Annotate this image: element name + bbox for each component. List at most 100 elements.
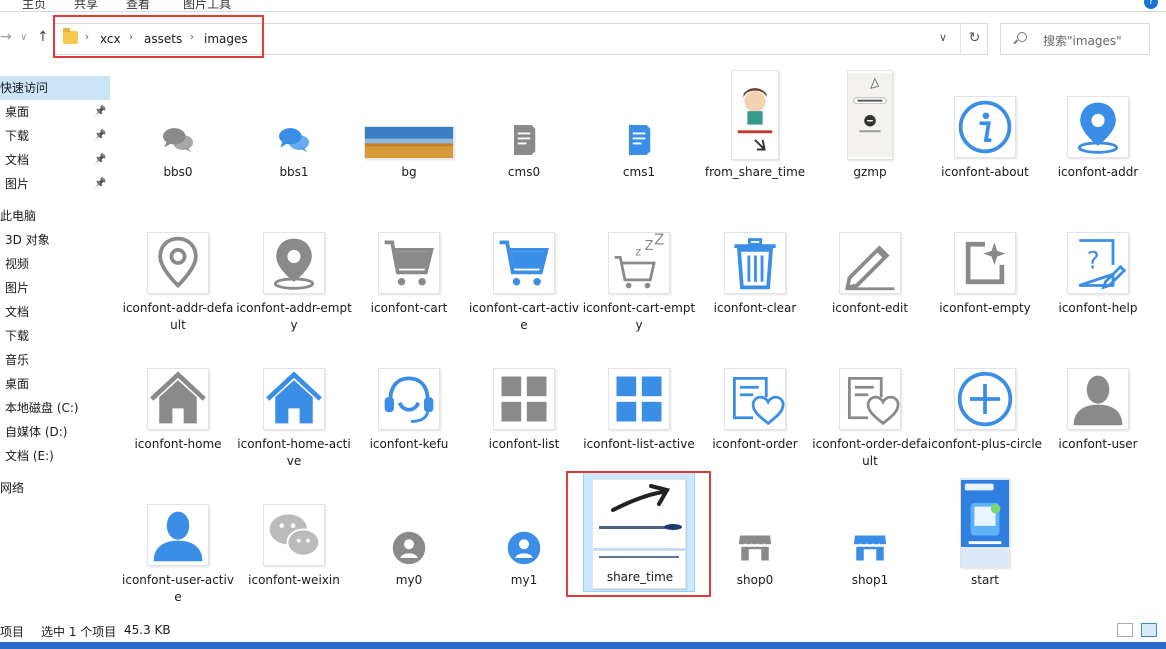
sidebar-item[interactable]: 网络: [0, 476, 110, 500]
navigation-pane: 快速访问 桌面 📌 下载 📌 文档 📌 图片 📌 此电脑 3D 对象 视频 图片 文档 下载 音乐 桌面 本地磁盘…: [0, 70, 110, 618]
file-item[interactable]: cms1: [581, 62, 697, 192]
file-item[interactable]: iconfont-kefu: [351, 334, 467, 464]
file-name: iconfont-addr-default: [122, 301, 234, 332]
file-name: bbs1: [279, 165, 309, 179]
file-item[interactable]: iconfont-cart: [351, 198, 467, 328]
address-highlight-box: [53, 15, 264, 58]
file-name: bg: [401, 165, 417, 179]
file-item[interactable]: bg: [351, 62, 467, 192]
cartoon-poster: [731, 70, 779, 160]
sidebar-item[interactable]: 文档 📌: [0, 148, 110, 172]
file-name: iconfont-empty: [939, 301, 1031, 315]
pin-icon: 📌: [94, 178, 107, 189]
file-item[interactable]: iconfont-about: [927, 62, 1043, 192]
file-item[interactable]: iconfont-order-default: [812, 334, 928, 468]
ribbon-tab-picture-tools[interactable]: 图片工具: [183, 0, 231, 11]
file-item[interactable]: bbs1: [236, 62, 352, 192]
file-item[interactable]: iconfont-order: [697, 334, 813, 464]
details-view-icon[interactable]: [1117, 623, 1133, 637]
home-icon: [147, 368, 209, 430]
file-item[interactable]: iconfont-plus-circle: [927, 334, 1043, 464]
file-item[interactable]: iconfont-addr-default: [120, 198, 236, 332]
sidebar-item[interactable]: 视频: [0, 252, 110, 276]
file-name: shop0: [736, 573, 774, 587]
sidebar-item[interactable]: 此电脑: [0, 204, 110, 228]
sidebar-item[interactable]: 图片 📌: [0, 172, 110, 196]
svg-text:z: z: [635, 246, 641, 259]
file-item[interactable]: my1: [466, 470, 582, 600]
file-name: iconfont-help: [1058, 301, 1138, 315]
sidebar-item[interactable]: 文档 (E:): [0, 444, 110, 468]
file-item[interactable]: iconfont-addr: [1040, 62, 1156, 192]
file-item[interactable]: iconfont-addr-empty: [236, 198, 352, 332]
sidebar-item[interactable]: 桌面 📌: [0, 100, 110, 124]
file-item[interactable]: gzmp: [812, 62, 928, 192]
file-name: iconfont-weixin: [248, 573, 340, 587]
file-name: my1: [510, 573, 538, 587]
search-input[interactable]: 搜索"images": [1000, 23, 1150, 55]
sidebar-item-label: 桌面: [5, 105, 30, 119]
file-item[interactable]: cms0: [466, 62, 582, 192]
large-icons-view-icon[interactable]: [1141, 623, 1157, 637]
sidebar-item[interactable]: 文档: [0, 300, 110, 324]
sidebar-item[interactable]: 快速访问: [0, 76, 110, 100]
file-item[interactable]: iconfont-user: [1040, 334, 1156, 464]
file-item[interactable]: iconfont-empty: [927, 198, 1043, 328]
up-arrow-icon[interactable]: ↑: [37, 29, 49, 45]
sidebar-item[interactable]: 图片: [0, 276, 110, 300]
location-pin-icon: [263, 232, 325, 294]
file-item[interactable]: start: [927, 470, 1043, 600]
ribbon-tab-share[interactable]: 共享: [74, 0, 98, 11]
sidebar-item[interactable]: 下载 📌: [0, 124, 110, 148]
file-item[interactable]: iconfont-cart-active: [466, 198, 582, 332]
file-item[interactable]: iconfont-edit: [812, 198, 928, 328]
recent-dropdown-icon[interactable]: ∨: [20, 32, 27, 43]
landscape-photo: [364, 126, 454, 159]
location-pin-outline-icon: [147, 232, 209, 294]
order-heart-icon: [839, 368, 901, 430]
sidebar-item-label: 文档: [5, 305, 30, 319]
sidebar-item[interactable]: 自媒体 (D:): [0, 420, 110, 444]
search-icon: [1017, 32, 1027, 42]
sidebar-item[interactable]: 下载: [0, 324, 110, 348]
selection-size: 45.3 KB: [124, 623, 171, 637]
svg-text:Z: Z: [645, 239, 654, 254]
file-item[interactable]: shop1: [812, 470, 928, 600]
file-item[interactable]: iconfont-home-active: [236, 334, 352, 468]
file-item[interactable]: iconfont-clear: [697, 198, 813, 328]
plus-circle-icon: [954, 368, 1016, 430]
trash-icon: [724, 232, 786, 294]
sidebar-item[interactable]: 本地磁盘 (C:): [0, 396, 110, 420]
sidebar-item[interactable]: 桌面: [0, 372, 110, 396]
sidebar-item-label: 下载: [5, 129, 30, 143]
sidebar-item-label: 下载: [5, 329, 30, 343]
file-item[interactable]: iconfont-list: [466, 334, 582, 464]
sidebar-item[interactable]: 3D 对象: [0, 228, 110, 252]
file-item[interactable]: iconfont-user-active: [120, 470, 236, 604]
chevron-down-icon[interactable]: ∨: [939, 31, 947, 44]
pin-icon: 📌: [94, 154, 107, 165]
file-name: iconfont-plus-circle: [927, 437, 1043, 451]
file-item[interactable]: ? iconfont-help: [1040, 198, 1156, 328]
file-name: iconfont-list: [488, 437, 560, 451]
file-item[interactable]: bbs0: [120, 62, 236, 192]
forward-arrow-icon[interactable]: →: [0, 29, 12, 45]
sidebar-item-label: 桌面: [5, 377, 30, 391]
pin-icon: 📌: [94, 130, 107, 141]
help-icon[interactable]: ?: [1144, 0, 1158, 9]
status-bar: 项目 选中 1 个项目 45.3 KB: [0, 618, 1166, 642]
refresh-icon[interactable]: ↻: [960, 23, 988, 55]
file-item[interactable]: iconfont-list-active: [581, 334, 697, 464]
file-item[interactable]: iconfont-home: [120, 334, 236, 464]
file-item[interactable]: from_share_time: [697, 62, 813, 192]
ribbon-tab-home[interactable]: 主页: [22, 0, 46, 11]
sidebar-item-label: 图片: [5, 281, 30, 295]
file-item[interactable]: iconfont-weixin: [236, 470, 352, 600]
file-item[interactable]: shop0: [697, 470, 813, 600]
svg-text:Z: Z: [654, 233, 664, 248]
sidebar-item[interactable]: 音乐: [0, 348, 110, 372]
file-name: start: [971, 573, 999, 587]
ribbon-tab-view[interactable]: 查看: [126, 0, 150, 11]
file-item[interactable]: my0: [351, 470, 467, 600]
file-item[interactable]: z Z Ziconfont-cart-empty: [581, 198, 697, 332]
